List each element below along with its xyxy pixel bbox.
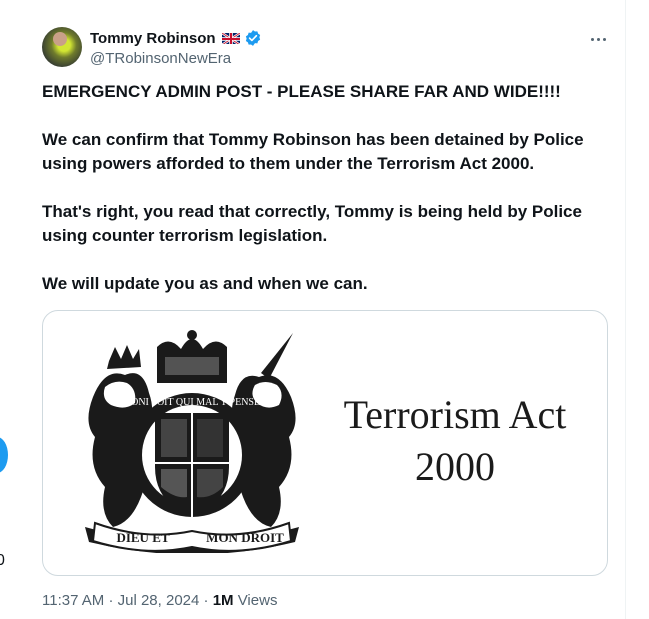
tweet-paragraph: EMERGENCY ADMIN POST - PLEASE SHARE FAR … (42, 80, 608, 104)
tweet-paragraph: We will update you as and when we can. (42, 272, 608, 296)
media-title-line2: 2000 (325, 441, 585, 493)
media-title-line1: Terrorism Act (325, 389, 585, 441)
left-edge (0, 0, 25, 619)
crest-motto-right: MON DROIT (206, 530, 284, 545)
avatar[interactable] (42, 27, 82, 67)
uk-flag-icon (222, 32, 240, 44)
tweet-text: EMERGENCY ADMIN POST - PLEASE SHARE FAR … (42, 80, 608, 320)
tweet-time[interactable]: 11:37 AM (42, 592, 104, 609)
garter-motto: HONI SOIT QUI MAL Y PENSE (124, 397, 260, 408)
meta-separator: · (204, 592, 209, 609)
tweet: Tommy Robinson @TRobinsonNewEra EMERGENC… (26, 0, 625, 619)
author-display-name[interactable]: Tommy Robinson (90, 30, 216, 47)
tweet-paragraph: We can confirm that Tommy Robinson has b… (42, 128, 608, 176)
verified-badge-icon[interactable] (244, 29, 262, 47)
media-image[interactable]: HONI SOIT QUI MAL Y PENSE DIEU ET MON DR… (42, 310, 608, 576)
media-title: Terrorism Act 2000 (325, 389, 585, 493)
meta-separator: · (108, 592, 113, 609)
tweet-metadata: 11:37 AM · Jul 28, 2024 · 1M Views (42, 592, 277, 609)
crest-motto-left: DIEU ET (116, 530, 169, 545)
timeline-divider (625, 0, 626, 619)
left-edge-digit: 0 (0, 552, 5, 570)
author-name-row: Tommy Robinson (90, 29, 262, 47)
tweet-paragraph: That's right, you read that correctly, T… (42, 200, 608, 248)
more-options-icon[interactable] (586, 30, 610, 48)
views-count: 1M (213, 592, 234, 609)
tweet-date[interactable]: Jul 28, 2024 (118, 592, 200, 609)
author-handle[interactable]: @TRobinsonNewEra (90, 50, 231, 67)
views-label: Views (238, 592, 278, 609)
royal-coat-of-arms-icon: HONI SOIT QUI MAL Y PENSE DIEU ET MON DR… (65, 327, 319, 553)
